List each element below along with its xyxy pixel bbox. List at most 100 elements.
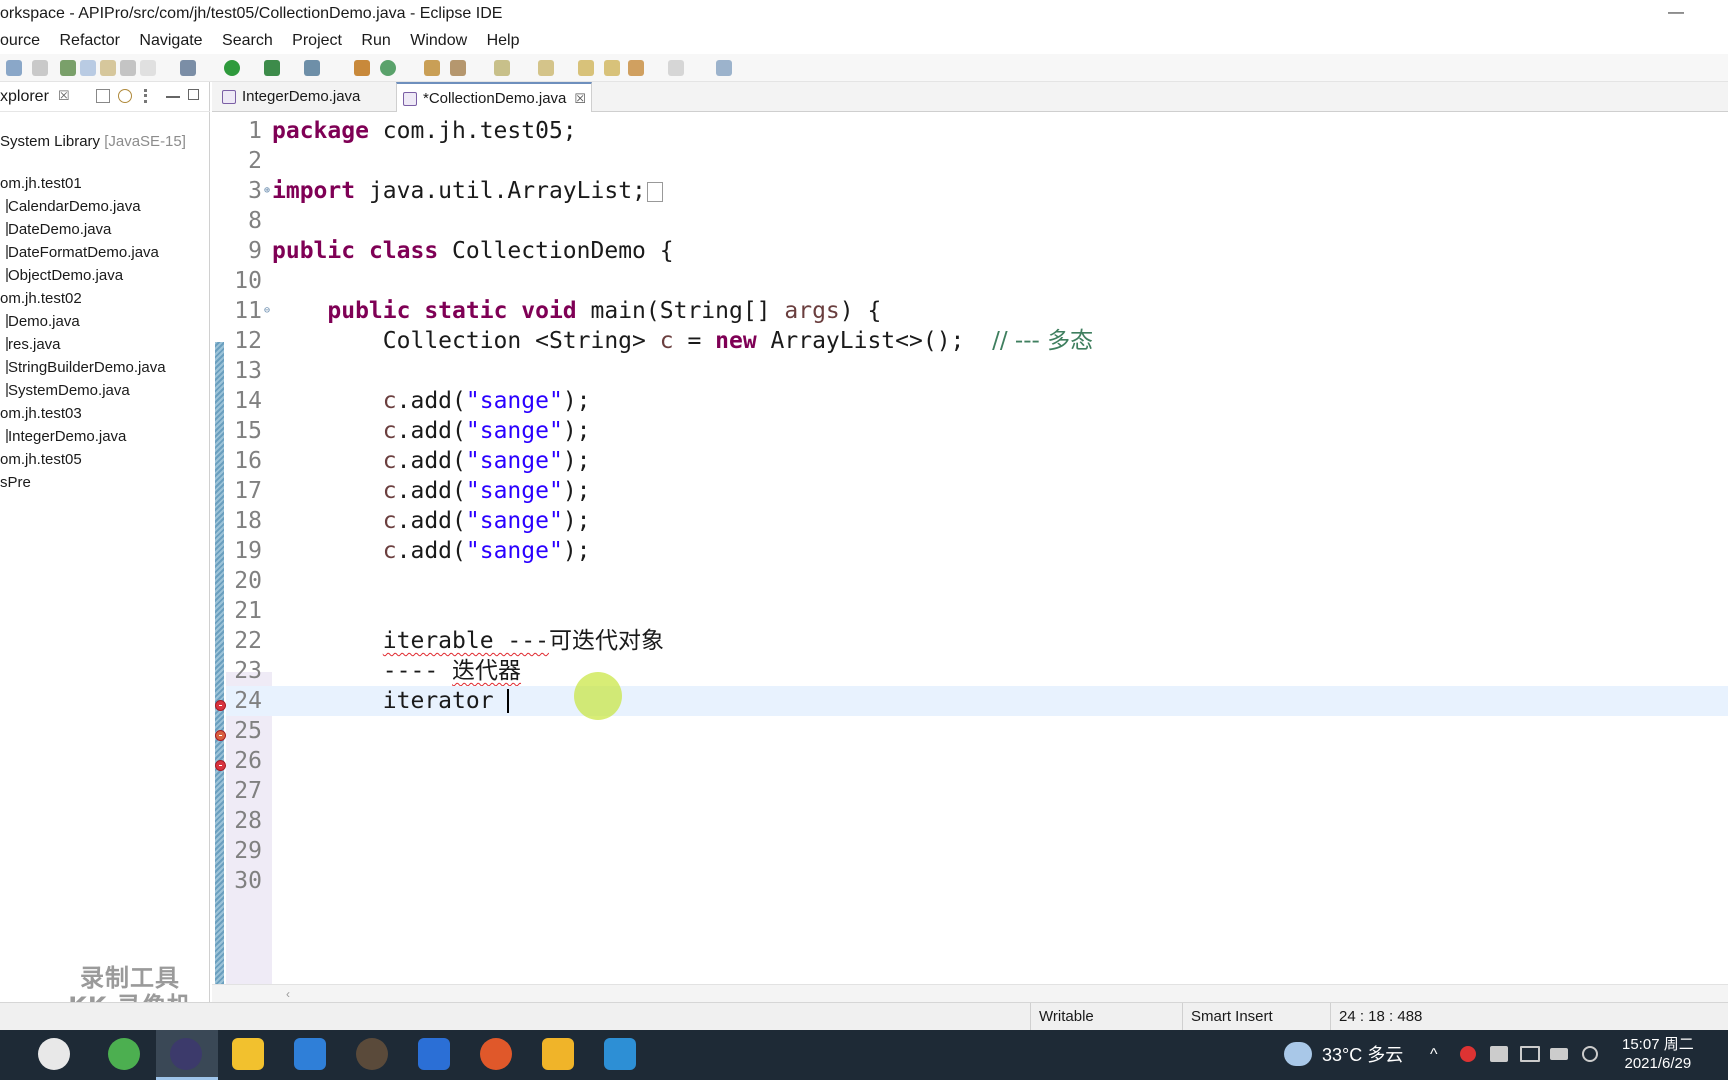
network-icon[interactable]: [1520, 1046, 1540, 1062]
skip-breakpoints-icon[interactable]: [32, 60, 48, 76]
tree-item-label: om.jh.test03: [0, 405, 82, 422]
code-line: 13: [226, 356, 1728, 386]
last-edit-location-icon[interactable]: [578, 60, 594, 76]
tree-item-file[interactable]: DateFormatDemo.java: [0, 241, 186, 264]
fold-collapse-icon[interactable]: ⊖: [264, 296, 270, 326]
error-icon[interactable]: [215, 700, 226, 711]
search-icon[interactable]: [450, 60, 466, 76]
method-call: .add(: [396, 508, 466, 534]
tree-item-file[interactable]: CalendarDemo.java: [0, 195, 186, 218]
window-title: orkspace - APIPro/src/com/jh/test05/Coll…: [0, 5, 503, 22]
mouse-cursor-highlight: [574, 672, 622, 720]
tree-item-file[interactable]: res.java: [0, 333, 186, 356]
open-type-icon[interactable]: [424, 60, 440, 76]
keyword: static: [410, 298, 508, 324]
code-punct: );: [562, 448, 591, 474]
tab-collectiondemo[interactable]: *CollectionDemo.java ☒: [396, 82, 592, 112]
tree-item-label: om.jh.test01: [0, 175, 82, 192]
code-punct: );: [562, 388, 591, 414]
qq-icon[interactable]: [1460, 1046, 1476, 1062]
visual-code-icon[interactable]: [604, 1038, 636, 1070]
link-with-editor-icon[interactable]: [118, 89, 132, 103]
java-file-icon: [0, 360, 8, 374]
editor-tabbar: IntegerDemo.java *CollectionDemo.java ☒: [212, 82, 1728, 112]
tree-item-file[interactable]: StringBuilderDemo.java: [0, 356, 186, 379]
recorder-icon[interactable]: [480, 1038, 512, 1070]
paragraph-icon[interactable]: [140, 60, 156, 76]
minimize-button[interactable]: —: [1656, 0, 1696, 28]
menu-navigate[interactable]: Navigate: [139, 32, 202, 49]
forward-history-icon[interactable]: [604, 60, 620, 76]
tree-item-file[interactable]: Demo.java: [0, 310, 186, 333]
contacts-icon[interactable]: [294, 1038, 326, 1070]
menu-refactor[interactable]: Refactor: [59, 32, 119, 49]
tree-item-package[interactable]: om.jh.test05: [0, 448, 186, 471]
pen-icon[interactable]: [1582, 1046, 1598, 1062]
menu-source[interactable]: ource: [0, 32, 40, 49]
maximize-view-icon[interactable]: [188, 89, 199, 100]
code-line: 2: [226, 146, 1728, 176]
new-package-icon[interactable]: [60, 60, 76, 76]
browser-icon[interactable]: [108, 1038, 140, 1070]
back-arrow-icon[interactable]: [628, 60, 644, 76]
tree-item-file[interactable]: SystemDemo.java: [0, 379, 186, 402]
tree-item-package[interactable]: om.jh.test02: [0, 287, 186, 310]
view-menu-icon[interactable]: [144, 89, 148, 103]
external-tools-icon[interactable]: [304, 60, 320, 76]
tree-item-label: ObjectDemo.java: [8, 267, 124, 284]
tree-item-project[interactable]: sPre: [0, 471, 186, 494]
code-text: c.add("sange");: [272, 536, 591, 566]
open-perspective-icon[interactable]: [716, 60, 732, 76]
toggle-block-selection-icon[interactable]: [100, 60, 116, 76]
menu-search[interactable]: Search: [222, 32, 273, 49]
tray-expand-icon[interactable]: ^: [1430, 1030, 1438, 1080]
collapse-all-icon[interactable]: [96, 89, 110, 103]
show-whitespace-icon[interactable]: [120, 60, 136, 76]
start-icon[interactable]: [38, 1038, 70, 1070]
close-tab-icon[interactable]: ☒: [574, 91, 586, 106]
keyword: void: [507, 298, 577, 324]
error-icon[interactable]: [215, 760, 226, 771]
game-icon[interactable]: [356, 1038, 388, 1070]
system-clock[interactable]: 15:07 周二 2021/6/29: [1622, 1035, 1694, 1073]
save-icon[interactable]: [6, 60, 22, 76]
code-line: 21: [226, 596, 1728, 626]
horizontal-scrollbar[interactable]: ‹: [212, 984, 1728, 1002]
forward-arrow-icon[interactable]: [668, 60, 684, 76]
tab-label: *CollectionDemo.java: [423, 90, 567, 107]
battery-icon[interactable]: [1550, 1048, 1568, 1060]
file-explorer-icon[interactable]: [542, 1038, 574, 1070]
tab-integerdemo[interactable]: IntegerDemo.java: [216, 82, 376, 112]
menu-project[interactable]: Project: [292, 32, 342, 49]
tree-item-file[interactable]: IntegerDemo.java: [0, 425, 186, 448]
wps-writer-icon[interactable]: [418, 1038, 450, 1070]
line-number: 19: [234, 538, 262, 564]
debug-icon[interactable]: [180, 60, 196, 76]
line-number: 27: [234, 778, 262, 804]
error-warning-icon[interactable]: [215, 730, 226, 741]
tree-item-system-library[interactable]: System Library [JavaSE-15]: [0, 130, 186, 153]
volume-icon[interactable]: [1490, 1046, 1508, 1062]
next-annotation-icon[interactable]: [494, 60, 510, 76]
menu-run[interactable]: Run: [361, 32, 390, 49]
run-icon[interactable]: [224, 60, 240, 76]
menu-help[interactable]: Help: [487, 32, 520, 49]
fold-expand-icon[interactable]: ⊕: [264, 176, 270, 206]
tree-item-file[interactable]: ObjectDemo.java: [0, 264, 186, 287]
menu-window[interactable]: Window: [410, 32, 467, 49]
toggle-mark-occurrences-icon[interactable]: [80, 60, 96, 76]
new-class-icon[interactable]: [380, 60, 396, 76]
tree-item-package[interactable]: om.jh.test01: [0, 172, 186, 195]
help-tool-icon[interactable]: [232, 1038, 264, 1070]
tree-item-package[interactable]: om.jh.test03: [0, 402, 186, 425]
explorer-close-icon[interactable]: ☒: [58, 88, 70, 104]
tree-item-suffix: [JavaSE-15]: [104, 133, 186, 150]
line-number: 20: [234, 568, 262, 594]
minimize-view-icon[interactable]: [166, 96, 180, 98]
tree-item-file[interactable]: DateDemo.java: [0, 218, 186, 241]
folded-import-icon[interactable]: [646, 182, 663, 202]
coverage-icon[interactable]: [264, 60, 280, 76]
eclipse-icon[interactable]: [170, 1038, 202, 1070]
new-java-project-icon[interactable]: [354, 60, 370, 76]
previous-annotation-icon[interactable]: [538, 60, 554, 76]
